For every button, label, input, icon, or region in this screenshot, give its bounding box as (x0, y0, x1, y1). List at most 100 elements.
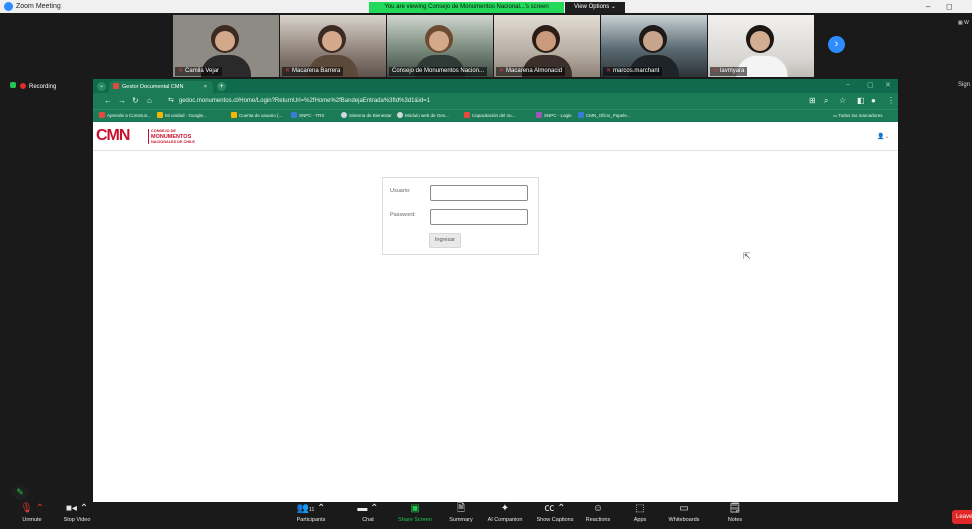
toolbar-label: Notes (727, 517, 743, 523)
side-panel-icon[interactable]: ◧ (857, 95, 865, 107)
logo-subtitle-line: MONUMENTOS (151, 133, 192, 140)
bookmark-item[interactable]: Mi unidad - Google... (157, 111, 207, 121)
password-label: Password: (390, 212, 416, 218)
face (322, 31, 342, 51)
participant-name: ✕ Macarena Barrera (282, 67, 344, 76)
page-header: CMN CONSEJO DE MONUMENTOS NACIONALES DE … (93, 122, 898, 151)
participant-count: 11 (309, 507, 315, 513)
site-info-icon[interactable]: ⇆ (168, 97, 174, 104)
window-title: Zoom Meeting (16, 3, 61, 10)
all-bookmarks-folder[interactable]: ▭ Todos los marcadores (833, 111, 882, 121)
cmn-logo-subtitle: CONSEJO DE MONUMENTOS NACIONALES DE CHIL… (148, 129, 195, 144)
toolbar-label: Stop Video (63, 517, 91, 523)
bookmark-favicon-icon (464, 112, 470, 118)
forward-icon[interactable]: → (118, 95, 126, 107)
participant-name: Consejo de Monumentos Nacion... (389, 67, 488, 76)
recording-indicator[interactable]: Recording (10, 82, 56, 92)
bookmark-item[interactable]: Capacitación del nu... (464, 111, 515, 121)
address-bar-row: ← → ↻ ⌂ ⇆ gedoc.monumentos.cl/Home/Login?… (93, 93, 898, 109)
url-field[interactable]: ⇆ gedoc.monumentos.cl/Home/Login?ReturnUr… (168, 95, 808, 107)
browser-tab-bar: ⌄ Gestor Documental CMN × + – ▢ ✕ (93, 79, 898, 93)
bookmark-favicon-icon (157, 112, 163, 118)
muted-mic-icon: ✕ (713, 68, 719, 74)
participant-tile[interactable]: ✕ marcos.marchant (601, 15, 707, 77)
bookmark-favicon-icon (99, 112, 105, 118)
restore-icon[interactable]: ◻ (946, 1, 953, 12)
screen-share-banner: You are viewing Consejo de Monumentos Na… (369, 2, 564, 13)
tab-gestor-documental[interactable]: Gestor Documental CMN × (109, 81, 213, 93)
participant-name: ✕ Camila Vejar (175, 67, 223, 76)
view-options-button[interactable]: View Options ⌄ (565, 2, 625, 13)
video-camera-icon: ■◂ ⌃ (65, 503, 89, 514)
bookmark-favicon-icon (291, 112, 297, 118)
leave-button[interactable]: Leave (952, 510, 972, 524)
participant-name: ✕ lavmyara (710, 67, 748, 76)
login-button[interactable]: Ingresar (429, 233, 461, 248)
muted-mic-icon: ✕ (499, 68, 505, 74)
back-icon[interactable]: ← (104, 95, 112, 107)
next-page-arrow-icon[interactable]: › (828, 36, 845, 53)
side-panel-toggle[interactable]: ▦ W (958, 20, 969, 26)
user-label: Usuario: (390, 188, 411, 194)
face (215, 31, 235, 51)
password-input[interactable] (430, 209, 528, 225)
browser-menu-icon[interactable]: ⋮ (887, 95, 895, 107)
participant-tile[interactable]: ✕ Macarena Almonacid (494, 15, 600, 77)
bookmark-item[interactable]: SNPC - TRX (291, 111, 324, 121)
bookmark-item[interactable]: SNPC - Login (536, 111, 572, 121)
participant-tile[interactable]: ✕ Macarena Barrera (280, 15, 386, 77)
login-form: Usuario: Password: Ingresar (382, 177, 539, 255)
close-tab-icon[interactable]: × (204, 81, 207, 93)
muted-mic-icon: ✕ (178, 68, 184, 74)
mouse-cursor-icon: ⇱ (743, 251, 751, 261)
face (643, 31, 663, 51)
recording-dot-icon (20, 83, 26, 89)
bookmark-favicon-icon (536, 112, 542, 118)
face (750, 31, 770, 51)
annotate-pencil-icon[interactable]: ✎ (12, 484, 28, 500)
bookmark-star-icon[interactable]: ☆ (839, 95, 846, 107)
participant-name: ✕ marcos.marchant (603, 67, 663, 76)
minimize-icon[interactable]: – (926, 1, 930, 12)
muted-mic-icon: ✕ (606, 68, 612, 74)
participants-icon: 👥11 ⌃ (296, 503, 326, 514)
participant-tile[interactable]: ✕ Camila Vejar (173, 15, 279, 77)
reload-icon[interactable]: ↻ (132, 95, 139, 107)
cmn-logo[interactable]: CMN (96, 128, 130, 144)
muted-mic-icon: ✕ (285, 68, 291, 74)
minimize-window-icon[interactable]: – (846, 81, 850, 88)
bookmark-favicon-icon (578, 112, 584, 118)
participant-tile[interactable]: ✕ lavmyara (708, 15, 814, 77)
shared-browser-window: ⌄ Gestor Documental CMN × + – ▢ ✕ ← → ↻ ⌂… (93, 79, 898, 509)
bookmark-item[interactable]: Módulo web de Ges... (397, 111, 449, 121)
bookmark-favicon-icon (231, 112, 237, 118)
face (429, 31, 449, 51)
toolbar-label: Participants (296, 517, 326, 523)
bookmark-item[interactable]: Cuenta de usuario (... (231, 111, 282, 121)
sign-in-link[interactable]: Sign (958, 82, 970, 88)
stop-video-button[interactable]: ■◂ ⌃ Stop Video (45, 502, 109, 525)
translate-icon[interactable]: ⊞ (809, 95, 816, 107)
participants-button[interactable]: 👥11 ⌃ Participants (279, 502, 343, 525)
new-tab-button[interactable]: + (217, 82, 226, 91)
notes-button[interactable]: 🗒 Notes (703, 502, 767, 525)
notes-icon: 🗒 (728, 503, 742, 514)
maximize-window-icon[interactable]: ▢ (867, 81, 874, 89)
user-input[interactable] (430, 185, 528, 201)
home-icon[interactable]: ⌂ (147, 95, 152, 107)
participant-tile[interactable]: Consejo de Monumentos Nacion... (387, 15, 493, 77)
tab-search-icon[interactable]: ⌄ (97, 82, 106, 91)
close-window-icon[interactable]: ✕ (885, 81, 891, 89)
logo-subtitle-line: NACIONALES DE CHILE (151, 139, 195, 144)
user-menu-icon[interactable]: 👤⌄ (877, 133, 890, 140)
participant-name: ✕ Macarena Almonacid (496, 67, 566, 76)
bookmarks-bar: Aprende a Construir... Mi unidad - Googl… (93, 109, 898, 122)
bookmark-item[interactable]: CMN_Oficio_Papele... (578, 111, 631, 121)
face (536, 31, 556, 51)
bookmark-item[interactable]: Sistema de Bienestar (341, 111, 392, 121)
shield-icon (10, 82, 16, 88)
zoom-lens-icon[interactable]: ⌕ (824, 95, 828, 107)
bookmark-item[interactable]: Aprende a Construir... (99, 111, 151, 121)
profile-icon[interactable]: ● (871, 95, 876, 107)
bookmark-favicon-icon (341, 112, 347, 118)
